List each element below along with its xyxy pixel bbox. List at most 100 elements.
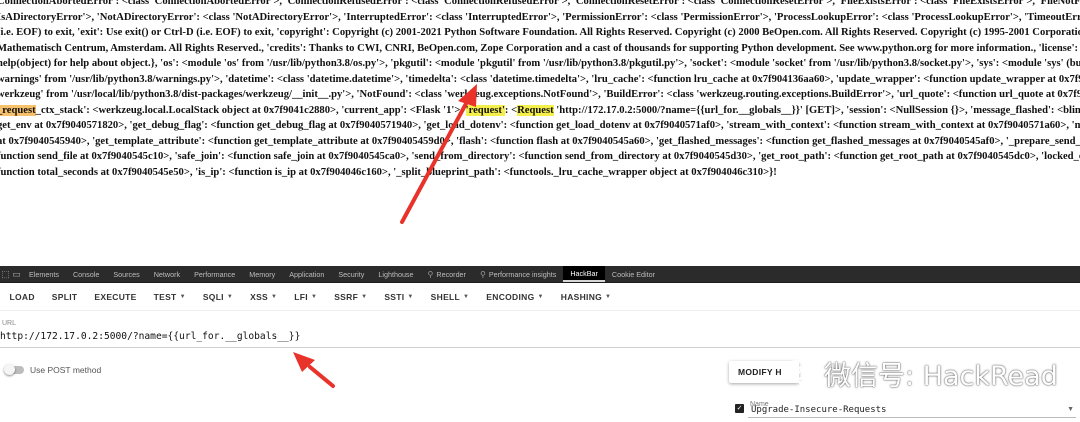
dump-text-segment: function send_file at 0x7f9040545c10>, '… (0, 151, 1080, 162)
highlighted-request-prefix: _request (0, 104, 36, 116)
devtools-tab-performance-insights[interactable]: ⚲ Performance insights (473, 266, 563, 282)
hackbar-encoding-button[interactable]: ENCODING ▼ (478, 283, 552, 311)
flask-icon: ⚲ (479, 269, 486, 279)
devtools-tab-application[interactable]: Application (282, 266, 331, 282)
dump-text-segment: help(object) for help about object.}, 'o… (0, 58, 1080, 69)
dump-line: IsADirectoryError'>, 'NotADirectoryError… (0, 10, 1080, 26)
hackbar-sqli-button[interactable]: SQLI ▼ (194, 283, 241, 311)
chevron-down-icon: ▼ (1067, 406, 1074, 413)
hackbar-button-label: SQLI (202, 291, 224, 302)
devtools-tab-label: Memory (249, 269, 276, 279)
hackbar-button-label: EXECUTE (94, 291, 137, 302)
hackbar-button-label: SSRF (334, 291, 359, 302)
dump-text-segment: ConnectionAbortedError': <class 'Connect… (0, 0, 1080, 7)
devtools-tab-sources[interactable]: Sources (106, 266, 146, 282)
hackbar-button-label: XSS (250, 291, 269, 302)
devtools-tab-label: Recorder (436, 269, 466, 279)
dump-line: get_env at 0x7f9040571820>, 'get_debug_f… (0, 118, 1080, 134)
dump-line: ConnectionAbortedError': <class 'Connect… (0, 0, 1080, 10)
dump-text-segment: werkzeug' from '/usr/local/lib/python3.8… (0, 89, 1080, 100)
post-method-label: Use POST method (30, 365, 102, 375)
hackbar-execute-button[interactable]: EXECUTE (86, 283, 145, 311)
caret-down-icon: ▼ (310, 293, 318, 300)
dump-text-segment: at 0x7f9040545940>, 'get_template_attrib… (0, 135, 1080, 147)
devtools-tab-recorder[interactable]: ⚲ Recorder (421, 266, 473, 282)
url-input[interactable]: http://172.17.0.2:5000/?name={{url_for._… (0, 331, 300, 342)
devtools-tab-label: Performance insights (488, 269, 557, 279)
watermark-text: 微信号: HackRead (824, 360, 1058, 392)
devtools-panel: ⬚ ▭ Elements Console Sources Network Perform… (0, 266, 1080, 422)
page-content: ConnectionAbortedError': <class 'Connect… (0, 0, 1080, 266)
devtools-tab-cookie-editor[interactable]: Cookie Editor (605, 266, 662, 282)
hackbar-button-label: TEST (153, 291, 177, 302)
url-label: URL (2, 320, 17, 327)
hackbar-split-button[interactable]: SPLIT (43, 283, 86, 311)
devtools-tab-hackbar[interactable]: HackBar (563, 266, 605, 282)
dump-text-segment: function total_seconds at 0x7f9040545e50… (0, 166, 777, 178)
dump-text-segment: get_env at 0x7f9040571820>, 'get_debug_f… (0, 120, 1080, 131)
devtools-tab-bar: ⬚ ▭ Elements Console Sources Network Perform… (0, 266, 1080, 283)
caret-down-icon: ▼ (226, 293, 234, 300)
highlighted-request-text: Request (517, 104, 554, 116)
hackbar-lfi-button[interactable]: LFI ▼ (286, 283, 326, 311)
dump-line: warnings' from '/usr/lib/python3.8/warni… (0, 72, 1080, 88)
devtools-tab-console[interactable]: Console (66, 266, 106, 282)
devtools-tab-network[interactable]: Network (147, 266, 187, 282)
devtools-tab-label: Cookie Editor (611, 269, 656, 279)
devtools-tab-label: Lighthouse (378, 269, 414, 279)
devtools-tab-label: Performance (194, 269, 236, 279)
hackbar-hashing-button[interactable]: HASHING ▼ (552, 283, 620, 311)
header-enabled-checkbox[interactable]: ✓ (735, 404, 744, 413)
devtools-tab-memory[interactable]: Memory (242, 266, 282, 282)
dump-line: (i.e. EOF) to exit, 'exit': Use exit() o… (0, 25, 1080, 41)
dump-line: _request_ctx_stack': <werkzeug.local.Loc… (0, 103, 1080, 119)
caret-down-icon: ▼ (407, 293, 414, 300)
hackbar-button-label: LOAD (9, 291, 35, 302)
hackbar-button-label: SPLIT (51, 291, 78, 302)
header-name-value: Upgrade-Insecure-Requests (751, 405, 887, 415)
hackbar-button-label: HASHING (560, 291, 603, 302)
url-input-underline (0, 347, 1080, 348)
hackbar-xss-button[interactable]: XSS ▼ (242, 283, 286, 311)
hackbar-ssti-button[interactable]: SSTI ▼ (376, 283, 422, 311)
wechat-logo-icon (784, 359, 817, 386)
device-toolbar-icon[interactable]: ▭ (11, 269, 22, 280)
devtools-tab-label: Application (289, 269, 325, 279)
devtools-tab-label: Elements (29, 269, 59, 279)
devtools-tab-label: Sources (113, 269, 140, 279)
dump-line: Mathematisch Centrum, Amsterdam. All Rig… (0, 41, 1080, 57)
header-name-select[interactable]: Upgrade-Insecure-Requests ▼ (748, 403, 1076, 418)
hackbar-toolbar: LOAD SPLIT EXECUTE TEST ▼ SQLI ▼ XSS ▼ LFI ▼ SSRF ▼ S… (0, 283, 1080, 311)
devtools-tab-security[interactable]: Security (331, 266, 371, 282)
dump-text-segment: IsADirectoryError'>, 'NotADirectoryError… (0, 11, 1080, 23)
dump-line: function total_seconds at 0x7f9040545e50… (0, 165, 1080, 181)
hackbar-button-label: SSTI (384, 291, 405, 302)
post-method-toggle[interactable] (4, 364, 24, 375)
hackbar-test-button[interactable]: TEST ▼ (145, 283, 194, 311)
caret-down-icon: ▼ (179, 293, 186, 300)
dump-text-segment: warnings' from '/usr/lib/python3.8/warni… (0, 73, 1080, 85)
hackbar-ssrf-button[interactable]: SSRF ▼ (326, 283, 376, 311)
hackbar-button-label: SHELL (430, 291, 461, 302)
dump-line: help(object) for help about object.}, 'o… (0, 56, 1080, 72)
inspect-element-icon[interactable]: ⬚ (0, 269, 11, 280)
flask-icon: ⚲ (427, 269, 434, 279)
hackbar-button-label: LFI (294, 291, 308, 302)
dump-line: werkzeug' from '/usr/local/lib/python3.8… (0, 87, 1080, 103)
dump-text-segment: Mathematisch Centrum, Amsterdam. All Rig… (0, 42, 1080, 54)
devtools-tab-label: Network (153, 269, 181, 279)
caret-down-icon: ▼ (361, 293, 368, 300)
devtools-tab-performance[interactable]: Performance (187, 266, 242, 282)
wechat-watermark: 微信号: HackRead (784, 355, 1058, 392)
dump-line: function send_file at 0x7f9040545c10>, '… (0, 149, 1080, 165)
toggle-knob (4, 364, 15, 375)
hackbar-button-label: ENCODING (486, 291, 535, 302)
dump-text-segment: (i.e. EOF) to exit, 'exit': Use exit() o… (0, 27, 1080, 38)
hackbar-shell-button[interactable]: SHELL ▼ (422, 283, 478, 311)
dump-line: at 0x7f9040545940>, 'get_template_attrib… (0, 134, 1080, 150)
hackbar-load-button[interactable]: LOAD (1, 283, 43, 311)
caret-down-icon: ▼ (605, 293, 612, 300)
devtools-tab-lighthouse[interactable]: Lighthouse (371, 266, 420, 282)
devtools-tab-elements[interactable]: Elements (22, 266, 66, 282)
globals-dump-text: ConnectionAbortedError': <class 'Connect… (0, 0, 1080, 180)
